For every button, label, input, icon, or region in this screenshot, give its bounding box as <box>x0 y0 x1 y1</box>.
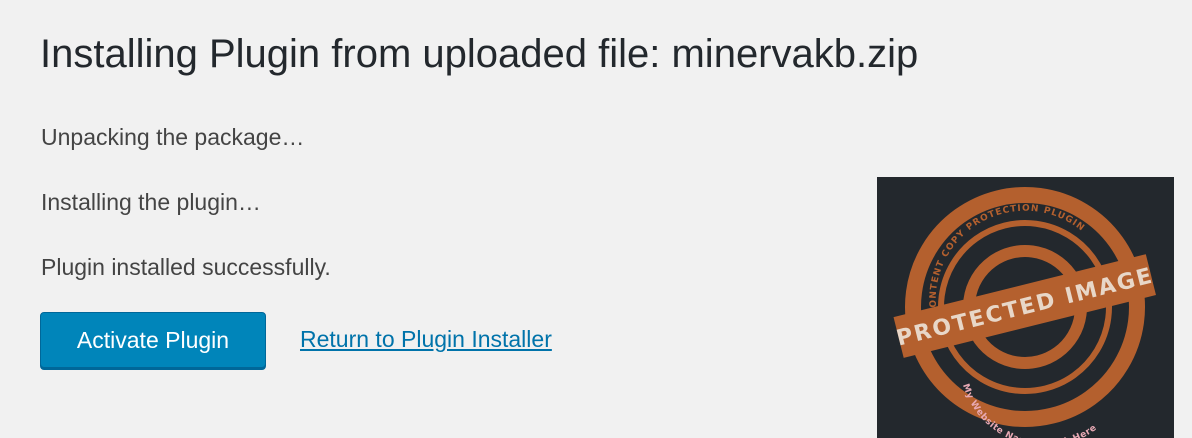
protected-stamp-graphic: PROTECTED IMAGE CONTENT COPY PROTECTION … <box>893 187 1156 438</box>
plugin-install-page: Installing Plugin from uploaded file: mi… <box>0 0 1192 438</box>
activate-plugin-button[interactable]: Activate Plugin <box>40 312 266 368</box>
page-title: Installing Plugin from uploaded file: mi… <box>40 32 919 76</box>
status-step-installing: Installing the plugin… <box>41 189 261 215</box>
status-step-unpacking: Unpacking the package… <box>41 124 305 150</box>
protected-image-watermark: PROTECTED IMAGE CONTENT COPY PROTECTION … <box>877 177 1174 438</box>
status-step-success: Plugin installed successfully. <box>41 254 331 280</box>
return-to-plugin-installer-link[interactable]: Return to Plugin Installer <box>300 326 552 353</box>
